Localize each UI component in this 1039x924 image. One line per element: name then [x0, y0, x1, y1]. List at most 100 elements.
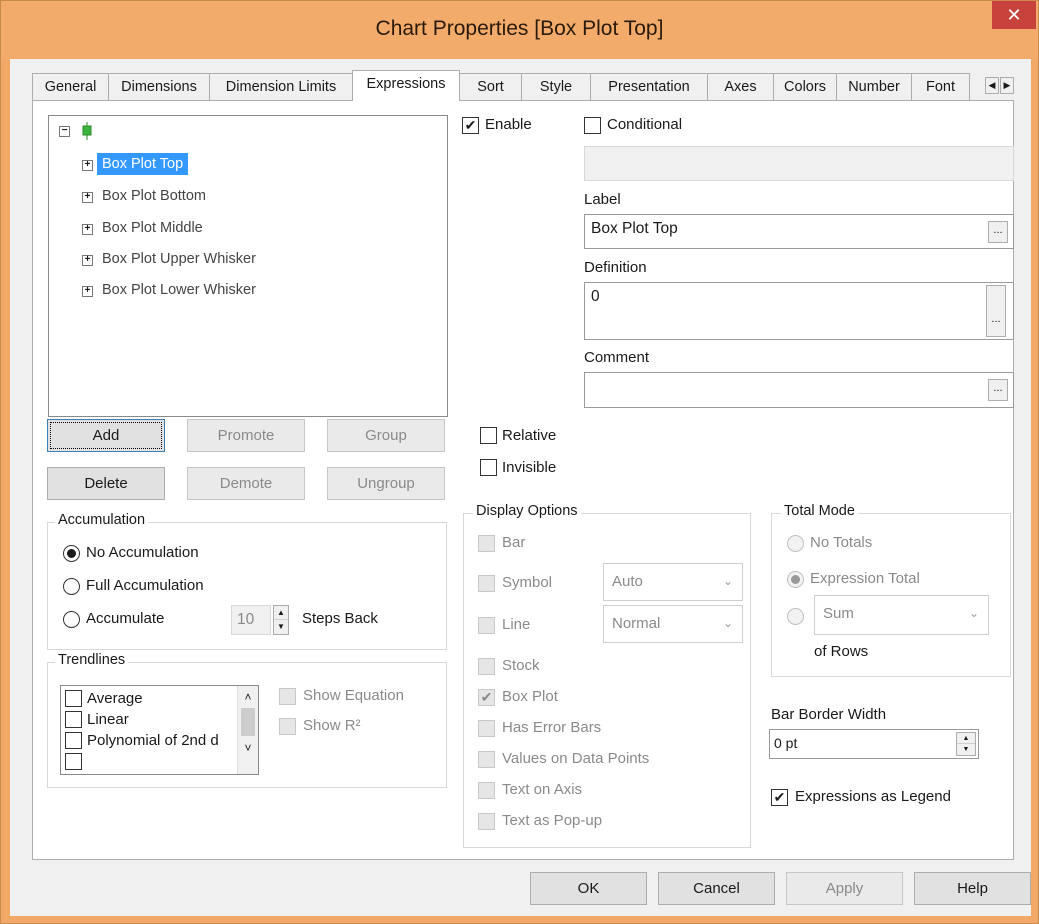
full-accumulation-radio[interactable] [63, 578, 80, 595]
definition-input[interactable]: 0 [584, 282, 1014, 340]
bar-checkbox[interactable] [478, 535, 495, 552]
sum-select-value: Sum [823, 605, 854, 622]
bar-border-spinner[interactable]: ▲ ▼ [956, 732, 976, 756]
symbol-checkbox[interactable] [478, 575, 495, 592]
tree-item-box-plot-upper-whisker[interactable]: Box Plot Upper Whisker [102, 251, 256, 267]
close-button[interactable]: ✕ [992, 1, 1036, 29]
no-accumulation-radio[interactable] [63, 545, 80, 562]
expand-icon[interactable]: + [82, 286, 93, 297]
scroll-down-icon[interactable]: ˅ [238, 736, 258, 758]
title-bar[interactable]: Chart Properties [Box Plot Top] ✕ [1, 1, 1038, 59]
expand-icon[interactable]: + [82, 192, 93, 203]
tab-scroll-right-icon[interactable]: ▶ [1000, 77, 1014, 94]
tab-sort[interactable]: Sort [459, 73, 522, 100]
demote-button[interactable]: Demote [187, 467, 305, 500]
stock-checkbox[interactable] [478, 658, 495, 675]
sum-select[interactable]: Sum ⌄ [814, 595, 989, 635]
steps-spinner[interactable]: ▲ ▼ [273, 605, 289, 635]
average-checkbox[interactable] [65, 690, 82, 707]
label-input[interactable]: Box Plot Top [584, 214, 1014, 249]
tab-colors[interactable]: Colors [773, 73, 837, 100]
tree-item-box-plot-middle[interactable]: Box Plot Middle [102, 220, 203, 236]
expressions-as-legend-checkbox[interactable]: ✔ [771, 789, 788, 806]
accumulate-label: Accumulate [86, 610, 165, 627]
line-select-value: Normal [612, 615, 661, 632]
comment-ellipsis-button[interactable]: ... [988, 379, 1008, 401]
bar-border-width-input[interactable]: 0 pt [769, 729, 979, 759]
accumulate-radio[interactable] [63, 611, 80, 628]
values-on-data-points-checkbox[interactable] [478, 751, 495, 768]
spin-down-icon[interactable]: ▼ [274, 620, 288, 634]
bar-border-width-caption: Bar Border Width [771, 706, 887, 723]
tab-scroll-left-icon[interactable]: ◀ [985, 77, 999, 94]
box-plot-checkbox[interactable]: ✔ [478, 689, 495, 706]
expression-tree[interactable]: − + Box Plot Top + Box Plot Bottom + Box… [48, 115, 448, 417]
delete-button[interactable]: Delete [47, 467, 165, 500]
line-checkbox[interactable] [478, 617, 495, 634]
close-icon: ✕ [1006, 5, 1022, 25]
sum-radio[interactable] [787, 608, 804, 625]
tab-dimension-limits[interactable]: Dimension Limits [209, 73, 353, 100]
add-button[interactable]: Add [47, 419, 165, 452]
tab-axes[interactable]: Axes [707, 73, 774, 100]
apply-button[interactable]: Apply [786, 872, 903, 905]
expand-icon[interactable]: + [82, 255, 93, 266]
label-ellipsis-button[interactable]: ... [988, 221, 1008, 243]
definition-caption: Definition [584, 259, 647, 276]
tree-item-box-plot-lower-whisker[interactable]: Box Plot Lower Whisker [102, 282, 256, 298]
tab-presentation[interactable]: Presentation [590, 73, 708, 100]
steps-back-input[interactable]: 10 [231, 605, 271, 635]
text-as-popup-label: Text as Pop-up [502, 812, 603, 829]
expand-icon[interactable]: + [82, 224, 93, 235]
polynomial-checkbox[interactable] [65, 732, 82, 749]
help-button[interactable]: Help [914, 872, 1031, 905]
no-totals-radio[interactable] [787, 535, 804, 552]
tab-general[interactable]: General [32, 73, 109, 100]
ungroup-button[interactable]: Ungroup [327, 467, 445, 500]
cancel-button[interactable]: Cancel [658, 872, 775, 905]
tree-item-box-plot-bottom[interactable]: Box Plot Bottom [102, 188, 206, 204]
chevron-down-icon: ⌄ [722, 616, 733, 630]
scroll-up-icon[interactable]: ˄ [238, 686, 258, 708]
spin-down-icon[interactable]: ▼ [957, 744, 975, 755]
text-on-axis-label: Text on Axis [502, 781, 583, 798]
show-equation-checkbox[interactable] [279, 688, 296, 705]
dialog-window: Chart Properties [Box Plot Top] ✕ Genera… [0, 0, 1039, 924]
show-r2-checkbox[interactable] [279, 718, 296, 735]
tab-font[interactable]: Font [911, 73, 970, 100]
promote-button[interactable]: Promote [187, 419, 305, 452]
enable-checkbox[interactable]: ✔ [462, 117, 479, 134]
conditional-checkbox[interactable] [584, 117, 601, 134]
error-bars-checkbox[interactable] [478, 720, 495, 737]
trendlines-list[interactable]: Average Linear Polynomial of 2nd d ˄ ˅ [60, 685, 259, 775]
conditional-input[interactable] [584, 146, 1014, 181]
invisible-checkbox[interactable] [480, 459, 497, 476]
tab-number[interactable]: Number [836, 73, 912, 100]
line-select[interactable]: Normal ⌄ [603, 605, 743, 643]
symbol-select[interactable]: Auto ⌄ [603, 563, 743, 601]
tree-item-box-plot-top[interactable]: Box Plot Top [97, 153, 189, 175]
collapse-icon[interactable]: − [59, 126, 70, 137]
tab-style[interactable]: Style [521, 73, 591, 100]
expand-icon[interactable]: + [82, 160, 93, 171]
relative-checkbox[interactable] [480, 427, 497, 444]
text-as-popup-checkbox[interactable] [478, 813, 495, 830]
box-plot-label: Box Plot [502, 688, 558, 705]
tab-expressions[interactable]: Expressions [352, 70, 460, 101]
average-label: Average [87, 690, 143, 707]
expression-total-label: Expression Total [810, 570, 920, 587]
spin-up-icon[interactable]: ▲ [274, 606, 288, 620]
tab-dimensions[interactable]: Dimensions [108, 73, 210, 100]
linear-checkbox[interactable] [65, 711, 82, 728]
spin-up-icon[interactable]: ▲ [957, 733, 975, 744]
expressions-panel: − + Box Plot Top + Box Plot Bottom + Box… [32, 100, 1014, 860]
polynomial-3rd-checkbox[interactable] [65, 753, 82, 770]
text-on-axis-checkbox[interactable] [478, 782, 495, 799]
comment-input[interactable] [584, 372, 1014, 408]
expression-total-radio[interactable] [787, 571, 804, 588]
trendlines-scrollbar[interactable]: ˄ ˅ [237, 686, 258, 774]
group-button[interactable]: Group [327, 419, 445, 452]
ok-button[interactable]: OK [530, 872, 647, 905]
definition-ellipsis-button[interactable]: ... [986, 285, 1006, 337]
scroll-thumb[interactable] [241, 708, 255, 736]
